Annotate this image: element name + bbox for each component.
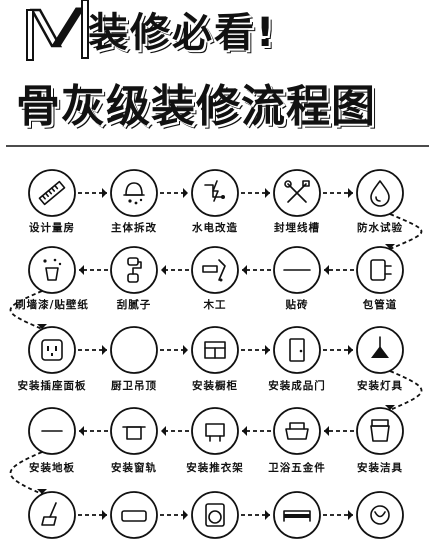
step-circle: [191, 246, 239, 294]
flow-step-node: [273, 491, 321, 539]
flow-step-node: [28, 169, 76, 217]
step-label: 贴砖: [285, 299, 309, 311]
flow-arrowhead: [348, 345, 353, 355]
step-label: 刮腻子: [116, 299, 152, 311]
flow-arrowhead: [348, 188, 353, 198]
flow-step-node: [273, 169, 321, 217]
step-label: 安装橱柜: [192, 380, 238, 392]
step-circle: [110, 246, 158, 294]
step-circle: [110, 407, 158, 455]
step-circle: [356, 246, 404, 294]
flow-arrowhead: [161, 426, 166, 436]
step-circle: [110, 169, 158, 217]
flow-arrowhead: [348, 510, 353, 520]
step-label: 封埋线槽: [274, 222, 320, 234]
flow-arrowhead: [102, 510, 107, 520]
flow-arrowhead: [161, 265, 166, 275]
flow-step-node: [110, 246, 158, 294]
flow-step-node: [110, 169, 158, 217]
step-label: 卫浴五金件: [268, 462, 326, 474]
flow-step-node: [356, 491, 404, 539]
step-label: 安装插座面板: [17, 380, 87, 392]
flow-step-node: [28, 407, 76, 455]
flow-arrowhead: [183, 345, 188, 355]
step-circle: [110, 491, 158, 539]
step-label: 设计量房: [29, 222, 75, 234]
flow-arrowhead: [102, 188, 107, 198]
step-circle: [356, 407, 404, 455]
step-label: 安装地板: [29, 462, 75, 474]
step-label: 安装成品门: [268, 380, 326, 392]
flow-arrowhead: [183, 188, 188, 198]
step-circle: [28, 491, 76, 539]
flow-step-node: [191, 491, 239, 539]
flow-step-node: [28, 246, 76, 294]
flow-arrowhead: [183, 510, 188, 520]
step-label: 刷墙漆/贴壁纸: [15, 299, 89, 311]
flow-step-node: [110, 491, 158, 539]
flow-step-node: [110, 326, 158, 374]
step-circle: [273, 407, 321, 455]
flow-step-node: [191, 169, 239, 217]
step-circle: [110, 326, 158, 374]
flow-arrowhead: [265, 188, 270, 198]
flow-arrowhead: [324, 426, 329, 436]
step-label: 木工: [203, 299, 227, 311]
step-label: 安装洁具: [357, 462, 403, 474]
flow-step-node: [273, 326, 321, 374]
step-circle: [273, 326, 321, 374]
flow-step-node: [191, 326, 239, 374]
flow-arrowhead: [102, 345, 107, 355]
step-label: 安装推衣架: [186, 462, 244, 474]
flow-step-node: [191, 246, 239, 294]
flow-step-node: [356, 407, 404, 455]
flow-step-node: [28, 326, 76, 374]
flow-arrowhead: [324, 265, 329, 275]
flow-arrowhead: [79, 265, 84, 275]
flow-arrowhead: [265, 510, 270, 520]
step-label: 水电改造: [192, 222, 238, 234]
flow-arrowhead: [242, 426, 247, 436]
step-circle: [28, 169, 76, 217]
flow-step-node: [273, 407, 321, 455]
step-label: 主体拆改: [111, 222, 157, 234]
step-label: 安装灯具: [357, 380, 403, 392]
flow-step-node: [28, 491, 76, 539]
step-label: 安装窗轨: [111, 462, 157, 474]
step-circle: [356, 169, 404, 217]
flow-arrowhead: [79, 426, 84, 436]
flow-step-node: [356, 246, 404, 294]
step-circle: [356, 491, 404, 539]
flow-step-node: [273, 246, 321, 294]
step-circle: [28, 246, 76, 294]
step-circle: [191, 491, 239, 539]
step-circle: [191, 407, 239, 455]
flow-arrowhead: [265, 345, 270, 355]
flow-step-node: [110, 407, 158, 455]
step-label: 包管道: [362, 299, 398, 311]
flow-step-node: [356, 326, 404, 374]
step-circle: [28, 326, 76, 374]
flow-arrowhead: [242, 265, 247, 275]
step-circle: [191, 169, 239, 217]
step-label: 厨卫吊顶: [111, 380, 157, 392]
flowchart-page: 装修必看! 骨灰级装修流程图 设计量房 主体拆改 水电改造 封埋线槽 防水试验 包管道 贴砖…: [0, 0, 435, 543]
flow-step-node: [191, 407, 239, 455]
flow-step-node: [356, 169, 404, 217]
step-label: 防水试验: [357, 222, 403, 234]
